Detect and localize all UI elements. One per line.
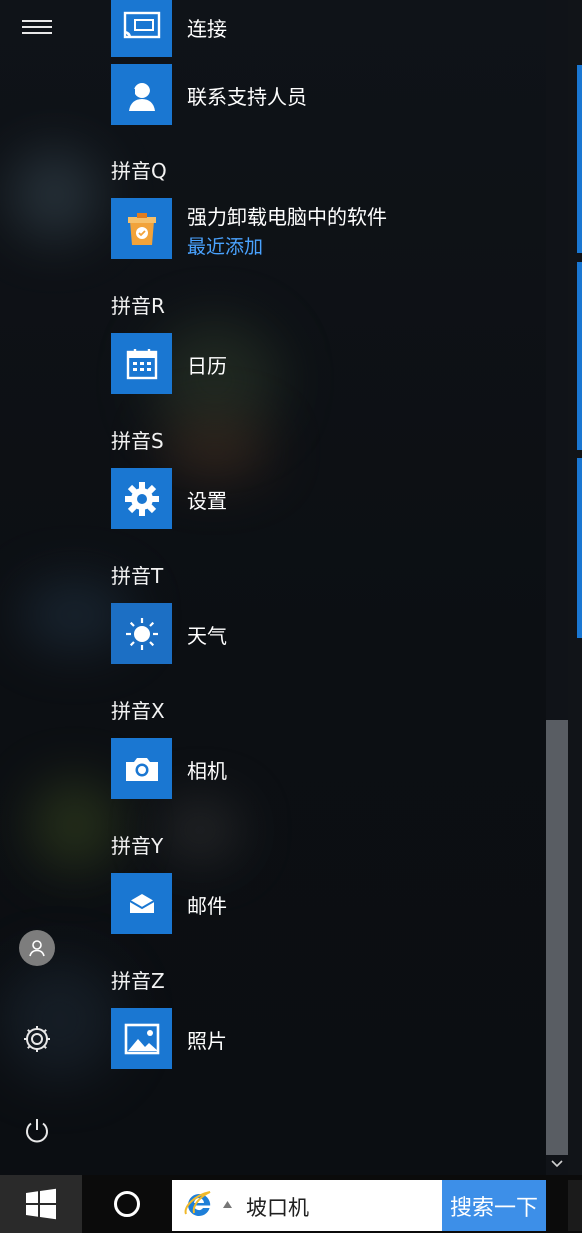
all-apps-list: 连接 联系支持人员 拼音Q 强力卸载电脑中的软件 最近添加 拼音R 日历 拼音S… [0, 0, 540, 1175]
scrollbar-thumb[interactable] [546, 720, 568, 1155]
group-header-y[interactable]: 拼音Y [111, 830, 163, 859]
live-tile-edge[interactable] [577, 458, 582, 638]
search-button[interactable]: 搜索一下 [442, 1180, 546, 1231]
app-label: 联系支持人员 [187, 85, 307, 109]
group-header-x[interactable]: 拼音X [111, 695, 165, 724]
app-label: 邮件 [187, 894, 227, 918]
app-label: 日历 [187, 354, 227, 378]
system-tray-edge [568, 1180, 582, 1231]
app-item-mail[interactable]: 邮件 [111, 873, 531, 934]
chevron-down-icon[interactable] [546, 1153, 568, 1175]
app-list-scrollbar[interactable] [546, 0, 568, 1175]
live-tile-edge[interactable] [577, 65, 582, 253]
app-label: 照片 [187, 1029, 227, 1053]
mail-icon [111, 873, 172, 934]
app-item-settings[interactable]: 设置 [111, 468, 531, 529]
app-item-weather[interactable]: 天气 [111, 603, 531, 664]
app-label: 天气 [187, 624, 227, 648]
search-input[interactable]: 坡口机 [246, 1192, 309, 1222]
cortana-circle-icon[interactable] [98, 1175, 156, 1233]
windows-logo-icon [26, 1188, 56, 1220]
camera-icon [111, 738, 172, 799]
group-header-z[interactable]: 拼音Z [111, 965, 165, 994]
live-tiles-edge [568, 0, 582, 1175]
app-label: 设置 [187, 489, 227, 513]
dropdown-triangle-icon[interactable] [223, 1201, 232, 1208]
app-item-connect[interactable]: 连接 [111, 0, 531, 57]
cast-icon [111, 0, 172, 57]
search-box[interactable]: 坡口机 [172, 1180, 442, 1231]
group-header-r[interactable]: 拼音R [111, 290, 165, 319]
taskbar: 坡口机 搜索一下 [0, 1175, 582, 1233]
start-button[interactable] [0, 1175, 82, 1233]
photo-icon [111, 1008, 172, 1069]
live-tile-edge[interactable] [577, 262, 582, 450]
sun-icon [111, 603, 172, 664]
group-header-q[interactable]: 拼音Q [111, 155, 167, 184]
uninstall-box-icon [111, 198, 172, 259]
app-item-calendar[interactable]: 日历 [111, 333, 531, 394]
app-label: 相机 [187, 759, 227, 783]
app-item-photos[interactable]: 照片 [111, 1008, 531, 1069]
gear-icon [111, 468, 172, 529]
recently-added-label: 最近添加 [187, 236, 264, 258]
group-header-t[interactable]: 拼音T [111, 560, 163, 589]
app-item-camera[interactable]: 相机 [111, 738, 531, 799]
app-item-contact-support[interactable]: 联系支持人员 [111, 64, 531, 125]
group-header-s[interactable]: 拼音S [111, 425, 164, 454]
calendar-icon [111, 333, 172, 394]
app-item-power-uninstaller[interactable]: 强力卸载电脑中的软件 最近添加 [111, 198, 531, 259]
support-agent-icon [111, 64, 172, 125]
app-label: 连接 [187, 17, 227, 41]
ie-browser-icon [184, 1191, 211, 1216]
app-label: 强力卸载电脑中的软件 [187, 205, 387, 229]
